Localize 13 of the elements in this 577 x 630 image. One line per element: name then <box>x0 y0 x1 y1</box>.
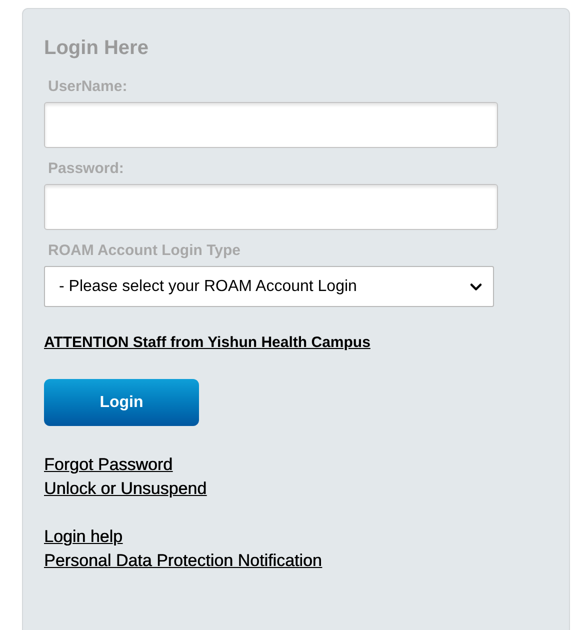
login-button[interactable]: Login <box>44 379 199 426</box>
password-field[interactable] <box>44 184 498 230</box>
field-label: UserName: <box>48 78 128 96</box>
login-type-dropdown[interactable]: - Please select your ROAM Account Login <box>44 266 494 307</box>
notice-link[interactable]: ATTENTION Staff from Yishun Health Campus <box>44 334 370 352</box>
field-label: ROAM Account Login Type <box>48 242 240 260</box>
username-field[interactable] <box>44 102 498 148</box>
help-link[interactable]: Unlock or Unsuspend <box>44 477 207 501</box>
help-link[interactable]: Login help <box>44 525 122 549</box>
help-link[interactable]: Personal Data Protection Notification <box>44 549 322 573</box>
field-label: Password: <box>48 160 124 178</box>
panel-title: Login Here <box>44 36 148 61</box>
help-link[interactable]: Forgot Password <box>44 453 172 477</box>
